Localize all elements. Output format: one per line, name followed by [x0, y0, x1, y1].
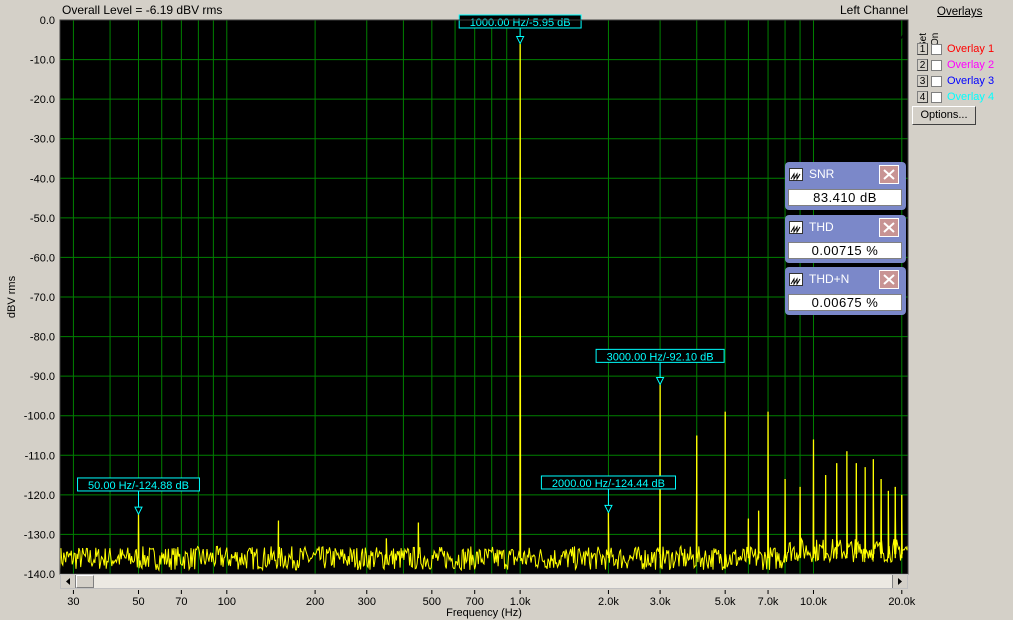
y-tick-label: -100.0 [24, 411, 55, 423]
scroll-thumb[interactable] [76, 575, 94, 588]
x-tick-label: 500 [423, 596, 441, 608]
overlay-label: Overlay 1 [947, 43, 995, 55]
meter-name: SNR [809, 167, 835, 181]
meter-value: 83.410 dB [788, 189, 902, 206]
x-tick-label: 2.0k [598, 596, 619, 608]
annotation-label: 3000.00 Hz/-92.10 dB [607, 351, 714, 363]
channel-label: Left Channel [840, 3, 909, 17]
filter-response-icon[interactable] [868, 26, 906, 44]
waveform-icon [789, 221, 803, 234]
overlay-set-button[interactable]: 3 [917, 75, 928, 87]
y-tick-label: -90.0 [30, 371, 55, 383]
y-tick-label: -60.0 [30, 252, 55, 264]
arrow-left-icon [66, 578, 70, 585]
overlay-set-button[interactable]: 2 [917, 59, 928, 71]
meter-name: THD+N [809, 272, 850, 286]
y-tick-label: -130.0 [24, 529, 55, 541]
annotation-label: 1000.00 Hz/-5.95 dB [470, 17, 571, 29]
x-tick-label: 100 [218, 596, 236, 608]
close-icon[interactable] [879, 270, 899, 289]
y-tick-label: -50.0 [30, 213, 55, 225]
x-tick-label: 5.0k [715, 596, 736, 608]
x-tick-label: 200 [306, 596, 324, 608]
y-tick-label: -140.0 [24, 569, 55, 581]
x-tick-label: 50 [132, 596, 144, 608]
overlay-on-checkbox[interactable] [931, 91, 942, 103]
meter-value: 0.00675 % [788, 294, 902, 311]
meter-snr: SNR 83.410 dB [785, 162, 906, 210]
close-icon[interactable] [879, 165, 899, 184]
meter-name: THD [809, 220, 834, 234]
y-tick-label: -120.0 [24, 490, 55, 502]
overlay-row: 2 Overlay 2 [917, 58, 994, 72]
y-tick-label: -10.0 [30, 55, 55, 67]
analyzer-window: 0.0 -10.0 -20.0 -30.0 -40.0 -50.0 -60.0 -70.0 -8… [0, 0, 1013, 620]
y-axis-label: dBV rms [6, 275, 18, 318]
y-tick-label: -70.0 [30, 292, 55, 304]
arrow-right-icon [898, 578, 902, 585]
meter-value: 0.00715 % [788, 242, 902, 259]
waveform-icon [789, 273, 803, 286]
overlay-on-checkbox[interactable] [931, 43, 942, 55]
x-tick-label: 70 [175, 596, 187, 608]
y-tick-label: -20.0 [30, 94, 55, 106]
scroll-right-button[interactable] [892, 575, 907, 588]
x-tick-label: 30 [67, 596, 79, 608]
x-tick-label: 20.0k [888, 596, 915, 608]
overlay-row: 4 Overlay 4 [917, 90, 994, 104]
y-tick-label: -40.0 [30, 173, 55, 185]
overlay-label: Overlay 2 [947, 59, 995, 71]
y-tick-label: -30.0 [30, 134, 55, 146]
x-tick-label: 3.0k [650, 596, 671, 608]
overlay-row: 3 Overlay 3 [917, 74, 994, 88]
meter-thd-n: THD+N 0.00675 % [785, 267, 906, 315]
y-tick-label: -80.0 [30, 332, 55, 344]
overlay-on-checkbox[interactable] [931, 75, 942, 87]
frequency-scrollbar[interactable] [60, 574, 908, 589]
overlay-set-button[interactable]: 1 [917, 43, 928, 55]
x-tick-label: 300 [358, 596, 376, 608]
meter-thd: THD 0.00715 % [785, 215, 906, 263]
overlays-panel: Overlays Set On 1 Overlay 1 2 Overlay 2 3 Ove… [912, 6, 1012, 126]
overlay-label: Overlay 3 [947, 75, 995, 87]
x-tick-label: 7.0k [758, 596, 779, 608]
overlay-row: 1 Overlay 1 [917, 42, 994, 56]
scroll-left-button[interactable] [61, 575, 76, 588]
annotation-label: 2000.00 Hz/-124.44 dB [552, 478, 665, 490]
x-tick-label: 10.0k [800, 596, 827, 608]
options-button[interactable]: Options... [912, 106, 976, 125]
x-axis-label: Frequency (Hz) [446, 607, 522, 619]
overlay-on-checkbox[interactable] [931, 59, 942, 71]
overall-level-readout: Overall Level = -6.19 dBV rms [62, 3, 223, 17]
y-tick-label: -110.0 [25, 450, 55, 462]
waveform-icon [789, 168, 803, 181]
overlay-label: Overlay 4 [947, 91, 995, 103]
overlays-title: Overlays [937, 6, 983, 18]
close-icon[interactable] [879, 218, 899, 237]
overlay-set-button[interactable]: 4 [917, 91, 928, 103]
annotation-label: 50.00 Hz/-124.88 dB [88, 480, 189, 492]
y-tick-label: 0.0 [40, 15, 55, 27]
